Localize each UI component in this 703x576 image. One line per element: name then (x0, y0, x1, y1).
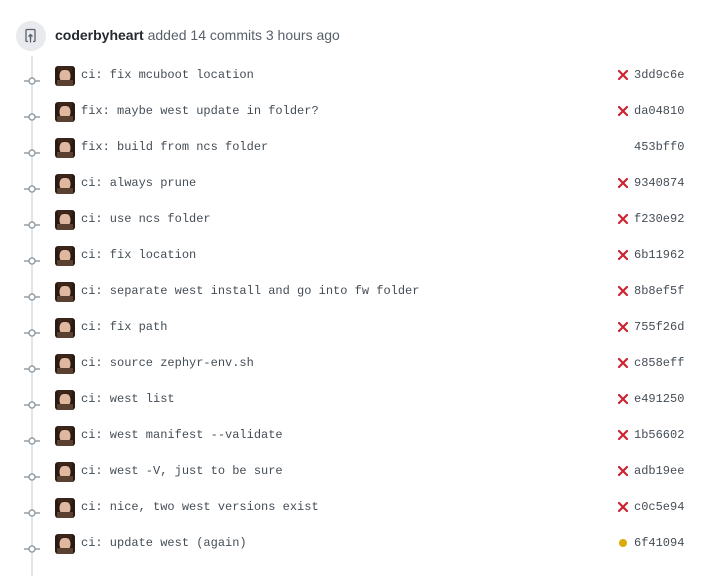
commit-message-link[interactable]: ci: west -V, just to be sure (81, 464, 283, 478)
commit-sha-link[interactable]: da04810 (634, 104, 684, 118)
avatar[interactable] (55, 102, 75, 122)
git-commit-icon (24, 108, 40, 121)
x-icon[interactable] (617, 285, 629, 297)
x-icon[interactable] (617, 213, 629, 225)
commit-row: ci: separate west install and go into fw… (0, 274, 703, 310)
commit-sha-link[interactable]: e491250 (634, 392, 684, 406)
git-commit-icon (24, 252, 40, 265)
x-icon[interactable] (617, 429, 629, 441)
commit-sha-link[interactable]: f230e92 (634, 212, 684, 226)
git-commit-icon (24, 72, 40, 85)
git-commit-icon (24, 540, 40, 553)
x-icon[interactable] (617, 177, 629, 189)
avatar[interactable] (55, 282, 75, 302)
avatar[interactable] (55, 318, 75, 338)
x-icon[interactable] (617, 321, 629, 333)
commit-message-link[interactable]: ci: fix mcuboot location (81, 68, 254, 82)
commit-message-link[interactable]: ci: update west (again) (81, 536, 247, 550)
git-commit-icon (24, 324, 40, 337)
commit-row: ci: west -V, just to be sure adb19ee (0, 454, 703, 490)
commit-message-link[interactable]: ci: use ncs folder (81, 212, 211, 226)
avatar[interactable] (55, 354, 75, 374)
avatar[interactable] (55, 66, 75, 86)
commit-row: ci: west manifest --validate 1b56602 (0, 418, 703, 454)
commit-message-link[interactable]: fix: build from ncs folder (81, 140, 268, 154)
event-description: coderbyheart added 14 commits 3 hours ag… (55, 27, 340, 43)
commit-sha-link[interactable]: 8b8ef5f (634, 284, 684, 298)
commit-row: ci: source zephyr-env.sh c858eff (0, 346, 703, 382)
commit-message-link[interactable]: ci: west manifest --validate (81, 428, 283, 442)
commit-sha-link[interactable]: 6f41094 (634, 536, 684, 550)
git-commit-icon (24, 180, 40, 193)
timeline-event-header: coderbyheart added 14 commits 3 hours ag… (16, 21, 696, 51)
commit-message-link[interactable]: ci: nice, two west versions exist (81, 500, 319, 514)
git-commit-icon (24, 468, 40, 481)
commit-row: ci: always prune 9340874 (0, 166, 703, 202)
avatar[interactable] (55, 210, 75, 230)
avatar[interactable] (55, 498, 75, 518)
x-icon[interactable] (617, 69, 629, 81)
git-commit-icon (24, 432, 40, 445)
commit-sha-link[interactable]: c858eff (634, 356, 684, 370)
avatar[interactable] (55, 174, 75, 194)
commit-sha-link[interactable]: adb19ee (634, 464, 684, 478)
event-action-text: added 14 commits 3 hours ago (143, 27, 340, 43)
commit-sha-link[interactable]: 755f26d (634, 320, 684, 334)
avatar[interactable] (55, 138, 75, 158)
x-icon[interactable] (617, 393, 629, 405)
avatar[interactable] (55, 462, 75, 482)
commit-sha-link[interactable]: c0c5e94 (634, 500, 684, 514)
commit-message-link[interactable]: ci: fix path (81, 320, 167, 334)
commit-row: ci: update west (again) 6f41094 (0, 526, 703, 562)
avatar[interactable] (55, 534, 75, 554)
commit-row: ci: fix mcuboot location 3dd9c6e (0, 58, 703, 94)
git-commit-icon (24, 360, 40, 373)
commit-row: ci: nice, two west versions exist c0c5e94 (0, 490, 703, 526)
commit-row: ci: use ncs folder f230e92 (0, 202, 703, 238)
dot-fill-icon[interactable] (617, 537, 629, 549)
author-link[interactable]: coderbyheart (55, 27, 144, 43)
commit-message-link[interactable]: ci: source zephyr-env.sh (81, 356, 254, 370)
commit-message-link[interactable]: ci: fix location (81, 248, 196, 262)
commit-row: ci: fix path 755f26d (0, 310, 703, 346)
git-commit-icon (24, 144, 40, 157)
avatar[interactable] (55, 390, 75, 410)
commit-sha-link[interactable]: 3dd9c6e (634, 68, 684, 82)
commit-row: fix: build from ncs folder 453bff0 (0, 130, 703, 166)
x-icon[interactable] (617, 501, 629, 513)
commit-row: fix: maybe west update in folder? da04810 (0, 94, 703, 130)
commit-message-link[interactable]: fix: maybe west update in folder? (81, 104, 319, 118)
x-icon[interactable] (617, 249, 629, 261)
avatar[interactable] (55, 246, 75, 266)
x-icon[interactable] (617, 357, 629, 369)
x-icon[interactable] (617, 105, 629, 117)
avatar[interactable] (55, 426, 75, 446)
repo-push-icon (16, 21, 46, 51)
commit-sha-link[interactable]: 9340874 (634, 176, 684, 190)
git-commit-icon (24, 288, 40, 301)
commit-message-link[interactable]: ci: separate west install and go into fw… (81, 284, 419, 298)
commit-row: ci: fix location 6b11962 (0, 238, 703, 274)
commit-sha-link[interactable]: 453bff0 (634, 140, 684, 154)
commit-sha-link[interactable]: 6b11962 (634, 248, 684, 262)
commit-message-link[interactable]: ci: west list (81, 392, 175, 406)
commit-sha-link[interactable]: 1b56602 (634, 428, 684, 442)
git-commit-icon (24, 504, 40, 517)
git-commit-icon (24, 396, 40, 409)
commit-row: ci: west list e491250 (0, 382, 703, 418)
x-icon[interactable] (617, 465, 629, 477)
commit-message-link[interactable]: ci: always prune (81, 176, 196, 190)
git-commit-icon (24, 216, 40, 229)
